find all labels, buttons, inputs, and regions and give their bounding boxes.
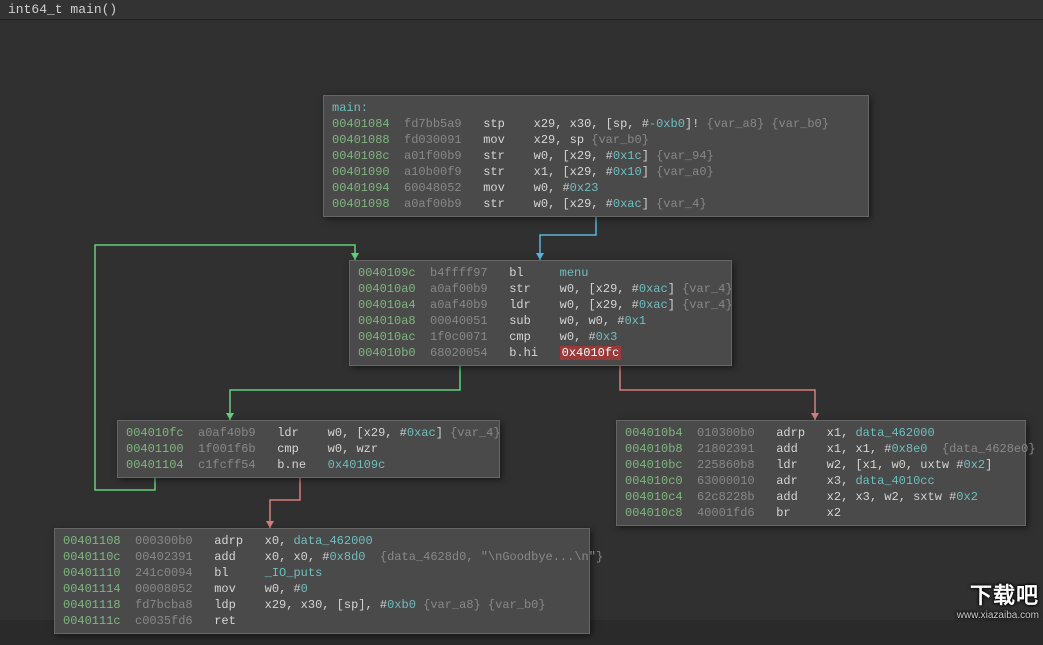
disasm-row[interactable]: 004010c0 63000010 adr x3, data_4010cc <box>625 473 1017 489</box>
disasm-row[interactable]: 004010c4 62c8228b add x2, x3, w2, sxtw #… <box>625 489 1017 505</box>
disasm-row[interactable]: 00401084 fd7bb5a9 stp x29, x30, [sp, #-0… <box>332 116 860 132</box>
arrow-head-icon <box>226 413 234 420</box>
basic-block-b3[interactable]: 004010fc a0af40b9 ldr w0, [x29, #0xac] {… <box>117 420 500 478</box>
arrow-head-icon <box>351 253 359 260</box>
disasm-row[interactable]: 004010fc a0af40b9 ldr w0, [x29, #0xac] {… <box>126 425 491 441</box>
disasm-row[interactable]: 00401098 a0af00b9 str w0, [x29, #0xac] {… <box>332 196 860 212</box>
basic-block-b1[interactable]: main:00401084 fd7bb5a9 stp x29, x30, [sp… <box>323 95 869 217</box>
function-title: int64_t main() <box>0 0 1043 20</box>
disasm-row[interactable]: 0040109c b4ffff97 bl menu <box>358 265 723 281</box>
cfg-edge <box>230 365 460 420</box>
cfg-edge <box>540 215 596 260</box>
disasm-row[interactable]: 00401088 fd030091 mov x29, sp {var_b0} <box>332 132 860 148</box>
disasm-row[interactable]: 004010c8 40001fd6 br x2 <box>625 505 1017 521</box>
disasm-row[interactable]: 004010a8 00040051 sub w0, w0, #0x1 <box>358 313 723 329</box>
disasm-row[interactable]: 0040110c 00402391 add x0, x0, #0x8d0 {da… <box>63 549 581 565</box>
arrow-head-icon <box>536 253 544 260</box>
basic-block-b4[interactable]: 004010b4 010300b0 adrp x1, data_46200000… <box>616 420 1026 526</box>
disasm-row[interactable]: 004010a0 a0af00b9 str w0, [x29, #0xac] {… <box>358 281 723 297</box>
disasm-row[interactable]: 004010bc 225860b8 ldr w2, [x1, w0, uxtw … <box>625 457 1017 473</box>
disasm-row[interactable]: 00401104 c1fcff54 b.ne 0x40109c <box>126 457 491 473</box>
disasm-row[interactable]: 0040111c c0035fd6 ret <box>63 613 581 629</box>
basic-block-b2[interactable]: 0040109c b4ffff97 bl menu004010a0 a0af00… <box>349 260 732 366</box>
disasm-row[interactable]: 00401114 00008052 mov w0, #0 <box>63 581 581 597</box>
cfg-edge <box>270 474 300 528</box>
disasm-row[interactable]: 00401100 1f001f6b cmp w0, wzr <box>126 441 491 457</box>
disasm-row[interactable]: 00401110 241c0094 bl _IO_puts <box>63 565 581 581</box>
graph-canvas[interactable]: main:00401084 fd7bb5a9 stp x29, x30, [sp… <box>0 20 1043 620</box>
disasm-row[interactable]: 004010a4 a0af40b9 ldr w0, [x29, #0xac] {… <box>358 297 723 313</box>
disasm-row[interactable]: 00401094 60048052 mov w0, #0x23 <box>332 180 860 196</box>
disasm-row[interactable]: 00401090 a10b00f9 str x1, [x29, #0x10] {… <box>332 164 860 180</box>
block-label: main: <box>332 100 860 116</box>
watermark: 下载吧 www.xiazaiba.com <box>957 578 1039 621</box>
disasm-row[interactable]: 004010b8 21802391 add x1, x1, #0x8e0 {da… <box>625 441 1017 457</box>
cfg-edge <box>620 365 815 420</box>
disasm-row[interactable]: 004010b4 010300b0 adrp x1, data_462000 <box>625 425 1017 441</box>
disasm-row[interactable]: 004010ac 1f0c0071 cmp w0, #0x3 <box>358 329 723 345</box>
disasm-row[interactable]: 00401118 fd7bcba8 ldp x29, x30, [sp], #0… <box>63 597 581 613</box>
disasm-row[interactable]: 0040108c a01f00b9 str w0, [x29, #0x1c] {… <box>332 148 860 164</box>
disasm-row[interactable]: 00401108 000300b0 adrp x0, data_462000 <box>63 533 581 549</box>
disasm-row[interactable]: 004010b0 68020054 b.hi 0x4010fc <box>358 345 723 361</box>
basic-block-b5[interactable]: 00401108 000300b0 adrp x0, data_46200000… <box>54 528 590 634</box>
arrow-head-icon <box>811 413 819 420</box>
arrow-head-icon <box>266 521 274 528</box>
